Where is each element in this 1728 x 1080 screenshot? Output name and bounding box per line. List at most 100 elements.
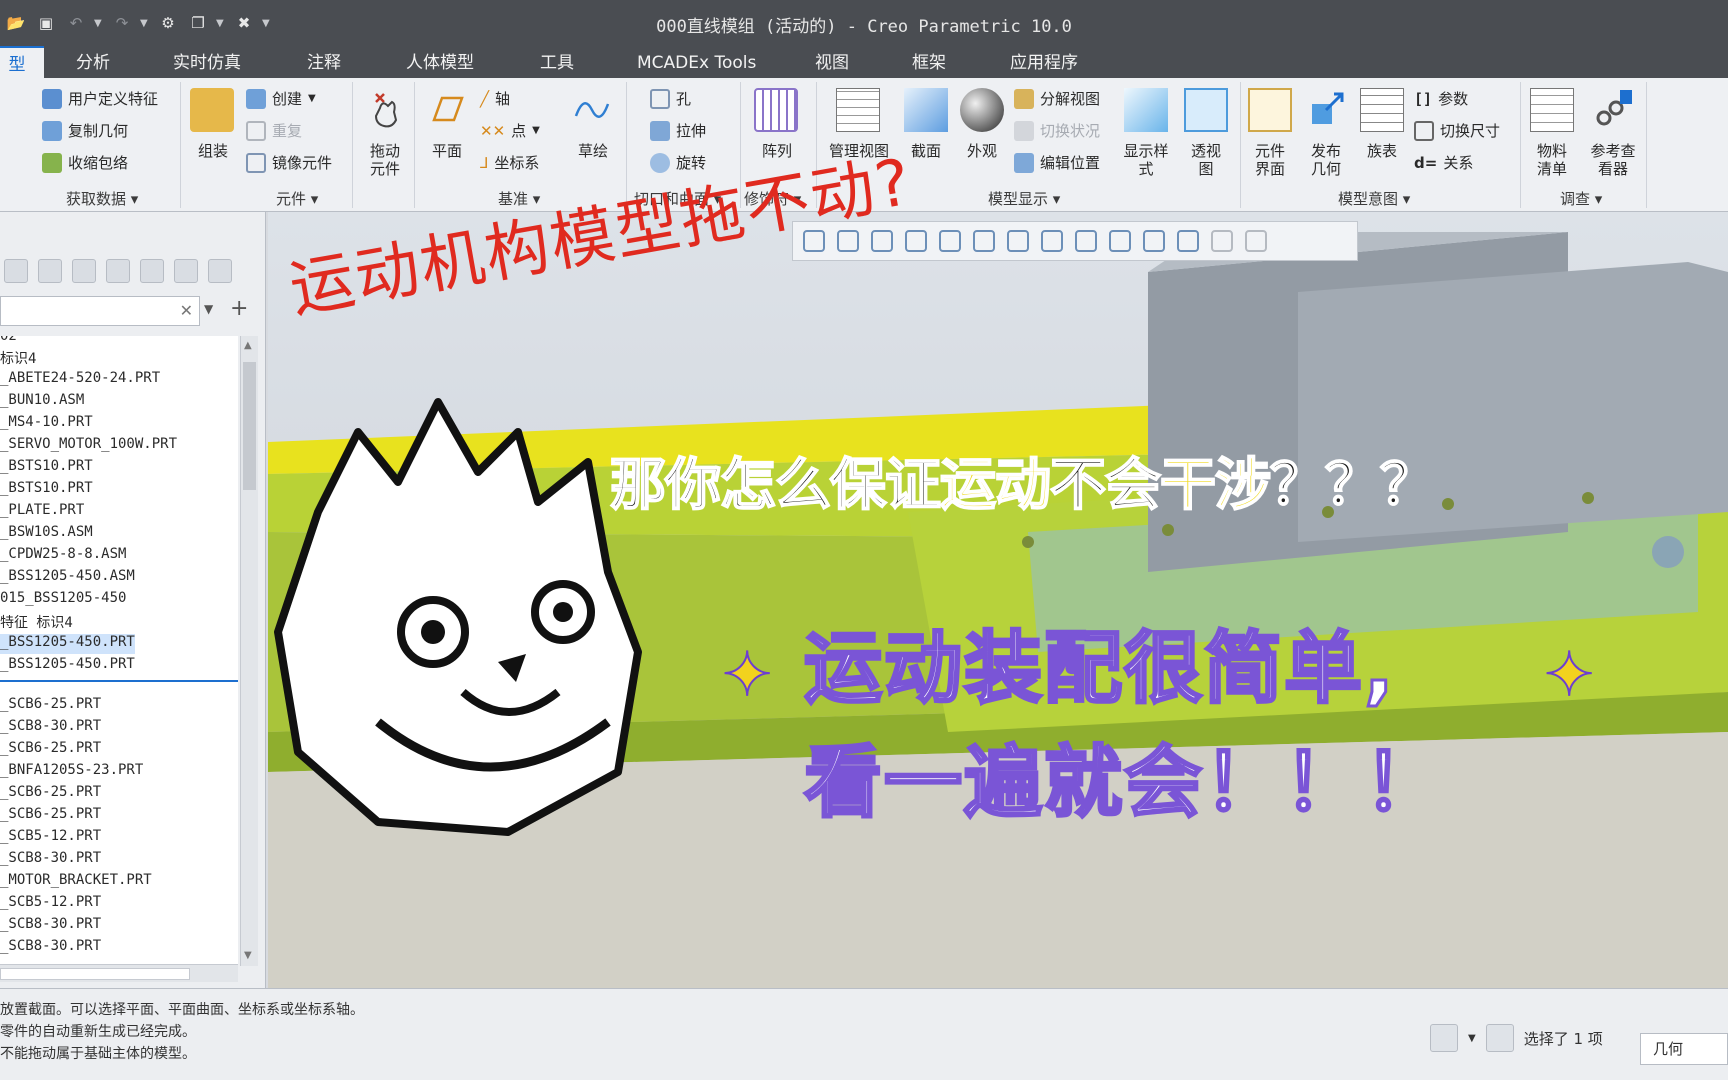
annotation-display-icon[interactable] xyxy=(1109,230,1131,252)
sketch-icon[interactable] xyxy=(570,88,614,132)
tree-row[interactable]: _SERVO_MOTOR_100W.PRT xyxy=(0,436,177,456)
datum-display-icon[interactable] xyxy=(1075,230,1097,252)
reference-viewer-label[interactable]: 参考查 看器 xyxy=(1580,142,1646,178)
filter-select[interactable]: 几何 xyxy=(1640,1033,1728,1065)
zoom-out-icon[interactable] xyxy=(871,230,893,252)
axis-button[interactable]: ╱ 轴 xyxy=(480,88,510,109)
group-component[interactable]: 元件 ▾ xyxy=(276,188,318,209)
coordinate-system-button[interactable]: ⅃ 坐标系 xyxy=(480,152,539,173)
drag-components-label[interactable]: 拖动 元件 xyxy=(360,142,410,178)
tree-row[interactable]: _SCB6-25.PRT xyxy=(0,784,101,804)
tree-row[interactable]: _SCB6-25.PRT xyxy=(0,696,101,716)
tab-framework[interactable]: 框架 xyxy=(912,46,946,78)
scroll-up-icon[interactable]: ▲ xyxy=(244,340,252,351)
bill-of-materials-label[interactable]: 物料 清单 xyxy=(1526,142,1578,178)
assemble-label[interactable]: 组装 xyxy=(188,142,238,160)
section-icon[interactable] xyxy=(904,88,948,132)
tree-row[interactable]: _SCB8-30.PRT xyxy=(0,938,101,958)
binoculars-icon[interactable] xyxy=(1430,1024,1458,1052)
plane-icon[interactable] xyxy=(424,88,468,132)
tree-row[interactable]: _BSS1205-450.ASM xyxy=(0,568,135,588)
copy-geometry-button[interactable]: 复制几何 xyxy=(42,120,128,141)
add-icon[interactable]: + xyxy=(230,296,248,321)
tree-row[interactable]: _SCB8-30.PRT xyxy=(0,718,101,738)
search-dropdown-icon[interactable]: ▼ xyxy=(204,302,213,316)
tree-row[interactable]: _SCB5-12.PRT xyxy=(0,828,101,848)
selection-filter-icon[interactable] xyxy=(1485,1024,1514,1052)
tab-simulation[interactable]: 实时仿真 xyxy=(173,46,241,78)
stop-icon[interactable] xyxy=(1245,230,1267,252)
tree-search-input[interactable]: ✕ xyxy=(0,296,200,326)
display-style-label[interactable]: 显示样式 xyxy=(1118,142,1174,178)
scroll-thumb[interactable] xyxy=(243,362,256,490)
pattern-icon[interactable] xyxy=(754,88,798,132)
plane-label[interactable]: 平面 xyxy=(424,142,470,160)
component-interface-label[interactable]: 元件 界面 xyxy=(1244,142,1296,178)
perspective-label[interactable]: 透视图 xyxy=(1180,142,1232,178)
appearance-toolbar-icon[interactable] xyxy=(1177,230,1199,252)
h-scroll-thumb[interactable] xyxy=(0,968,190,980)
tab-view[interactable]: 视图 xyxy=(815,46,849,78)
edit-position-button[interactable]: 编辑位置 xyxy=(1014,152,1100,173)
tree-row[interactable]: _MOTOR_BRACKET.PRT xyxy=(0,872,152,892)
repaint-icon[interactable] xyxy=(905,230,927,252)
tree-row[interactable]: _BSW10S.ASM xyxy=(0,524,93,544)
appearance-icon[interactable] xyxy=(960,88,1004,132)
tree-row[interactable]: _SCB8-30.PRT xyxy=(0,916,101,936)
shrinkwrap-button[interactable]: 收缩包络 xyxy=(42,152,128,173)
switch-dimensions-button[interactable]: 切换尺寸 xyxy=(1414,120,1500,141)
tree-row[interactable]: _BSTS10.PRT xyxy=(0,458,93,478)
exploded-view-button[interactable]: 分解视图 xyxy=(1014,88,1100,109)
manage-views-icon[interactable] xyxy=(836,88,880,132)
tree-horizontal-scrollbar[interactable] xyxy=(0,964,238,982)
tree-row[interactable]: _PLATE.PRT xyxy=(0,502,84,522)
tab-analysis[interactable]: 分析 xyxy=(76,46,110,78)
component-interface-icon[interactable] xyxy=(1248,88,1292,132)
clear-search-icon[interactable]: ✕ xyxy=(180,301,193,320)
filter-icon[interactable] xyxy=(174,259,198,283)
display-style-toolbar-icon[interactable] xyxy=(939,230,961,252)
scroll-down-icon[interactable]: ▼ xyxy=(244,950,252,961)
group-model-intent[interactable]: 模型意图 ▾ xyxy=(1338,188,1410,209)
create-button[interactable]: 创建 ▼ xyxy=(246,88,316,109)
tree-row[interactable]: _SCB6-25.PRT xyxy=(0,740,101,760)
hole-button[interactable]: 孔 xyxy=(650,88,691,109)
gear-icon[interactable] xyxy=(106,259,130,283)
tab-applications[interactable]: 应用程序 xyxy=(1010,46,1078,78)
display-style-icon[interactable] xyxy=(1124,88,1168,132)
tree-settings-icon[interactable] xyxy=(38,259,62,283)
group-model-display[interactable]: 模型显示 ▾ xyxy=(988,188,1060,209)
show-icon[interactable] xyxy=(4,259,28,283)
graphics-viewport[interactable] xyxy=(268,212,1728,988)
publish-geometry-icon[interactable] xyxy=(1304,88,1348,132)
perspective-toolbar-icon[interactable] xyxy=(1041,230,1063,252)
tree-row[interactable]: _CPDW25-8-8.ASM xyxy=(0,546,126,566)
family-table-icon[interactable] xyxy=(1360,88,1404,132)
tab-annotate[interactable]: 注释 xyxy=(307,46,341,78)
toggle-status-button[interactable]: 切换状况 xyxy=(1014,120,1100,141)
appearance-label[interactable]: 外观 xyxy=(956,142,1008,160)
reference-viewer-icon[interactable] xyxy=(1590,88,1634,132)
display-icon[interactable] xyxy=(208,259,232,283)
user-defined-feature-button[interactable]: 用户定义特征 xyxy=(42,88,158,109)
mirror-component-button[interactable]: 镜像元件 xyxy=(246,152,332,173)
find-dropdown-icon[interactable]: ▼ xyxy=(1468,1033,1476,1044)
tab-manikin[interactable]: 人体模型 xyxy=(406,46,474,78)
spin-center-icon[interactable] xyxy=(1143,230,1165,252)
relations-button[interactable]: d= 关系 xyxy=(1414,152,1473,173)
saved-orientations-icon[interactable] xyxy=(973,230,995,252)
tab-tools[interactable]: 工具 xyxy=(540,46,574,78)
bill-of-materials-icon[interactable] xyxy=(1530,88,1574,132)
tree-row[interactable]: 02 xyxy=(0,336,17,348)
tree-row[interactable]: _SCB8-30.PRT xyxy=(0,850,101,870)
point-button[interactable]: ✕✕ 点 ▼ xyxy=(480,120,540,141)
drag-hand-icon[interactable] xyxy=(362,88,406,132)
repeat-button[interactable]: 重复 xyxy=(246,120,302,141)
sketch-label[interactable]: 草绘 xyxy=(570,142,616,160)
tab-model[interactable]: 型 xyxy=(0,46,44,78)
insert-here-marker[interactable] xyxy=(0,680,238,682)
family-table-label[interactable]: 族表 xyxy=(1356,142,1408,160)
tree-row-selected[interactable]: _BSS1205-450.PRT xyxy=(0,634,135,654)
group-investigate[interactable]: 调查 ▾ xyxy=(1560,188,1602,209)
tree-row[interactable]: _BSS1205-450.PRT xyxy=(0,656,135,676)
